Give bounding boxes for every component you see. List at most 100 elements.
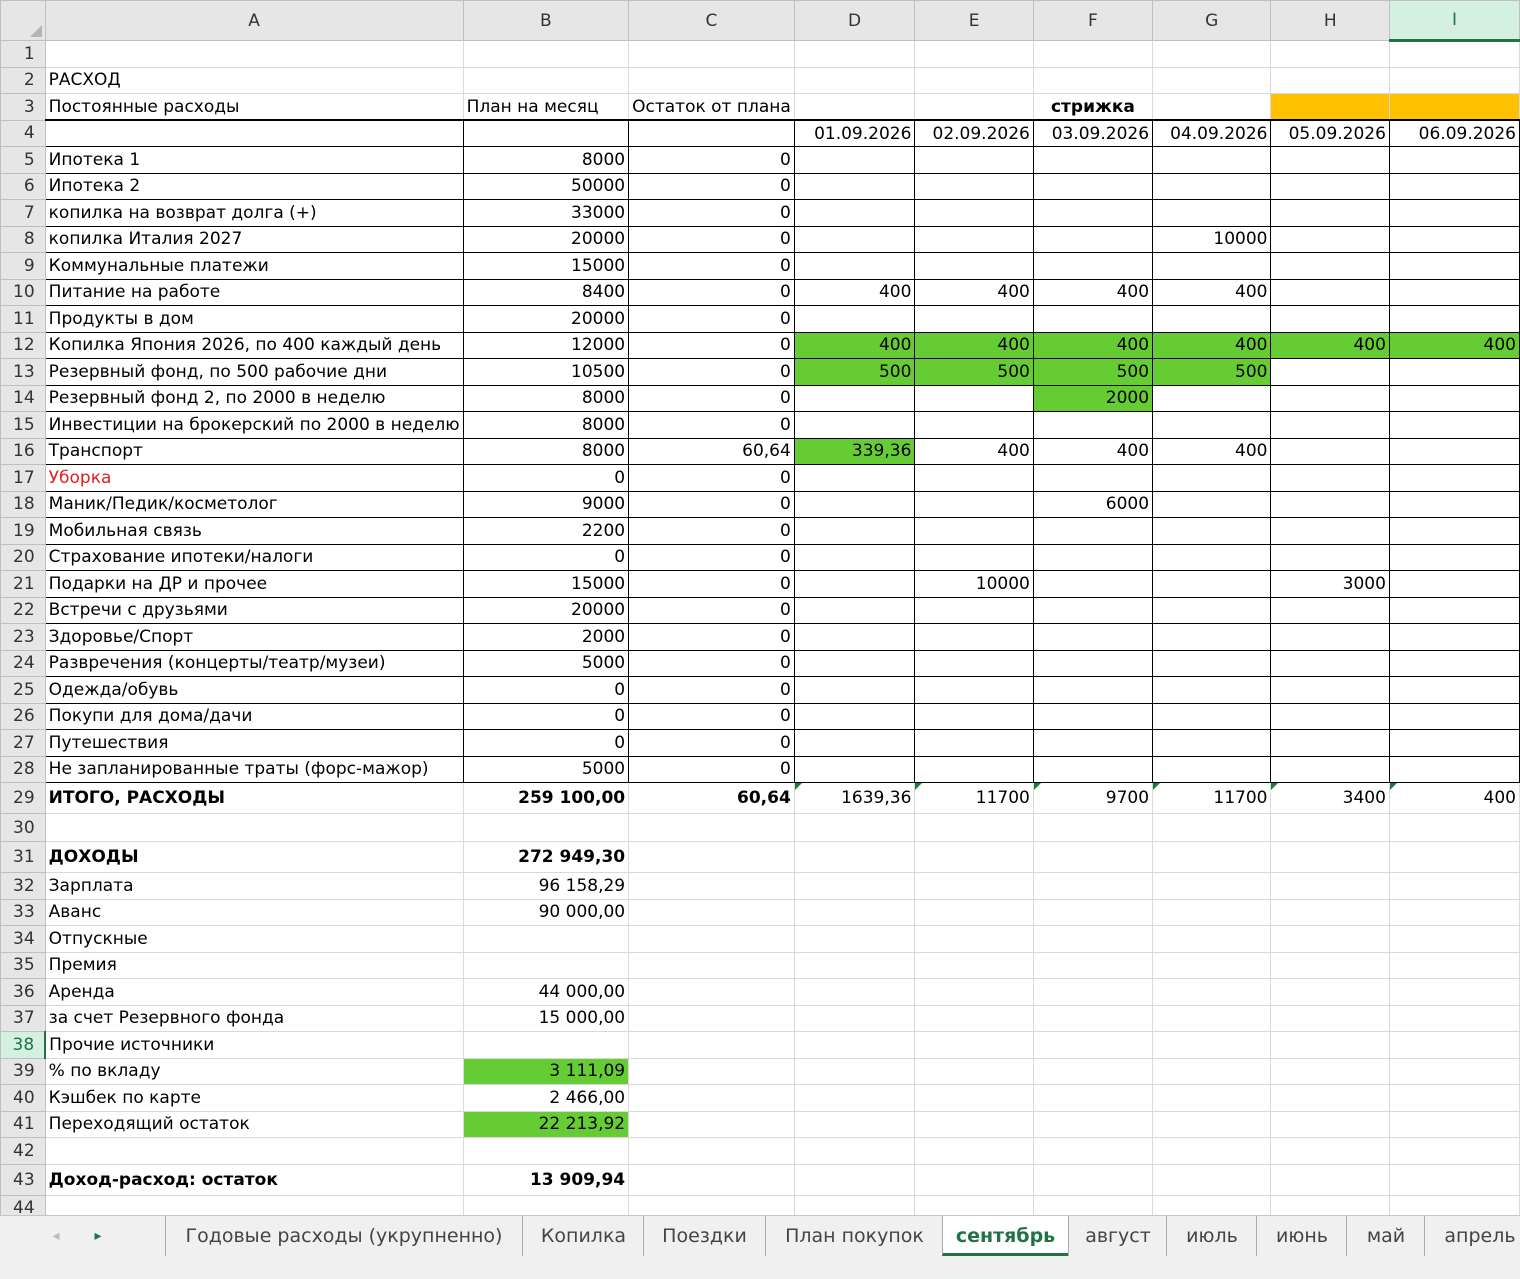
- cell-h23[interactable]: [1270, 623, 1390, 651]
- cell-c39[interactable]: [628, 1057, 795, 1085]
- sheet-tab[interactable]: Копилка: [522, 1216, 644, 1256]
- cell-c31[interactable]: [628, 841, 795, 873]
- cell-b26[interactable]: 0: [462, 702, 630, 730]
- cell-h39[interactable]: [1270, 1057, 1390, 1085]
- cell-c1[interactable]: [628, 40, 795, 68]
- cell-e34[interactable]: [914, 925, 1034, 953]
- cell-c20[interactable]: 0: [628, 543, 795, 571]
- cell-c42[interactable]: [628, 1137, 795, 1165]
- cell-h31[interactable]: [1270, 841, 1390, 873]
- cell-b9[interactable]: 15000: [462, 252, 630, 280]
- cell-b43[interactable]: 13 909,94: [462, 1163, 630, 1196]
- cell-d18[interactable]: [793, 490, 916, 518]
- cell-e19[interactable]: [914, 517, 1034, 545]
- cell-a42[interactable]: [44, 1137, 464, 1165]
- row-header[interactable]: 25: [0, 676, 46, 704]
- cell-g40[interactable]: [1152, 1084, 1272, 1112]
- cell-g14[interactable]: [1152, 384, 1272, 412]
- cell-a1[interactable]: [44, 40, 464, 68]
- cell-f30[interactable]: [1032, 813, 1154, 842]
- cell-i1[interactable]: [1388, 40, 1520, 68]
- row-header[interactable]: 27: [0, 729, 46, 757]
- cell-e10[interactable]: 400: [914, 278, 1034, 306]
- cell-i12[interactable]: 400: [1388, 331, 1520, 359]
- cell-c19[interactable]: 0: [628, 517, 795, 545]
- cell-f18[interactable]: 6000: [1032, 490, 1154, 518]
- cell-i37[interactable]: [1388, 1004, 1520, 1032]
- cell-f21[interactable]: [1032, 570, 1154, 598]
- cell-c27[interactable]: 0: [628, 729, 795, 757]
- cell-b31[interactable]: 272 949,30: [462, 841, 630, 873]
- row-header[interactable]: 19: [0, 517, 46, 545]
- cell-d22[interactable]: [793, 596, 916, 624]
- cell-d44[interactable]: [793, 1194, 916, 1215]
- cell-d40[interactable]: [793, 1084, 916, 1112]
- cell-e26[interactable]: [914, 702, 1034, 730]
- cell-d8[interactable]: [793, 225, 916, 253]
- cell-h3[interactable]: [1270, 93, 1390, 121]
- cell-e32[interactable]: [914, 872, 1034, 900]
- cell-d19[interactable]: [793, 517, 916, 545]
- scroll-tabs-right-icon[interactable]: ▸: [78, 1216, 118, 1256]
- row-header[interactable]: 15: [0, 411, 46, 439]
- cell-e15[interactable]: [914, 411, 1034, 439]
- row-header[interactable]: 34: [0, 925, 46, 953]
- cell-d5[interactable]: [793, 146, 916, 174]
- cell-f33[interactable]: [1032, 898, 1154, 926]
- cell-f6[interactable]: [1032, 172, 1154, 200]
- cell-i33[interactable]: [1388, 898, 1520, 926]
- cell-i28[interactable]: [1388, 755, 1520, 783]
- column-header-d[interactable]: D: [793, 0, 916, 41]
- cell-i23[interactable]: [1388, 623, 1520, 651]
- cell-g28[interactable]: [1152, 755, 1272, 783]
- cell-d12[interactable]: 400: [793, 331, 916, 359]
- cell-a10[interactable]: Питание на работе: [44, 278, 464, 306]
- cell-g26[interactable]: [1152, 702, 1272, 730]
- cell-h34[interactable]: [1270, 925, 1390, 953]
- cell-d36[interactable]: [793, 978, 916, 1006]
- cell-b44[interactable]: [462, 1194, 630, 1215]
- row-header[interactable]: 32: [0, 872, 46, 900]
- cell-b7[interactable]: 33000: [462, 199, 630, 227]
- sheet-tab[interactable]: сентябрь: [942, 1216, 1068, 1256]
- cell-h36[interactable]: [1270, 978, 1390, 1006]
- cell-h8[interactable]: [1270, 225, 1390, 253]
- cell-d34[interactable]: [793, 925, 916, 953]
- sheet-tab[interactable]: Годовые расходы (укрупненно): [165, 1216, 522, 1256]
- cell-e25[interactable]: [914, 676, 1034, 704]
- sheet-tab[interactable]: План покупок: [765, 1216, 943, 1256]
- row-header[interactable]: 43: [0, 1163, 46, 1196]
- cell-i30[interactable]: [1388, 813, 1520, 842]
- row-header[interactable]: 38: [0, 1031, 47, 1059]
- cell-g34[interactable]: [1152, 925, 1272, 953]
- cell-d39[interactable]: [793, 1057, 916, 1085]
- row-header[interactable]: 7: [0, 199, 46, 227]
- cell-h6[interactable]: [1270, 172, 1390, 200]
- row-header[interactable]: 23: [0, 623, 46, 651]
- cell-g25[interactable]: [1152, 676, 1272, 704]
- cell-i4[interactable]: 06.09.2026: [1388, 119, 1520, 147]
- cell-i41[interactable]: [1388, 1110, 1520, 1138]
- row-header[interactable]: 31: [0, 841, 46, 873]
- column-header-a[interactable]: A: [44, 0, 464, 41]
- cell-i44[interactable]: [1388, 1194, 1520, 1215]
- cell-e18[interactable]: [914, 490, 1034, 518]
- cell-d37[interactable]: [793, 1004, 916, 1032]
- cell-f38[interactable]: [1032, 1031, 1154, 1059]
- sheet-tab[interactable]: Поездки: [643, 1216, 765, 1256]
- cell-e35[interactable]: [914, 951, 1034, 979]
- row-header[interactable]: 12: [0, 331, 46, 359]
- cell-g27[interactable]: [1152, 729, 1272, 757]
- cell-e3[interactable]: [914, 93, 1034, 121]
- cell-d3[interactable]: [793, 93, 916, 121]
- cell-g10[interactable]: 400: [1152, 278, 1272, 306]
- cell-g42[interactable]: [1152, 1137, 1272, 1165]
- cell-g43[interactable]: [1152, 1163, 1272, 1196]
- cell-e40[interactable]: [914, 1084, 1034, 1112]
- cell-h22[interactable]: [1270, 596, 1390, 624]
- cell-d42[interactable]: [793, 1137, 916, 1165]
- cell-d1[interactable]: [793, 40, 916, 68]
- cell-a2[interactable]: РАСХОД: [44, 66, 464, 94]
- cell-g8[interactable]: 10000: [1152, 225, 1272, 253]
- row-header[interactable]: 33: [0, 898, 46, 926]
